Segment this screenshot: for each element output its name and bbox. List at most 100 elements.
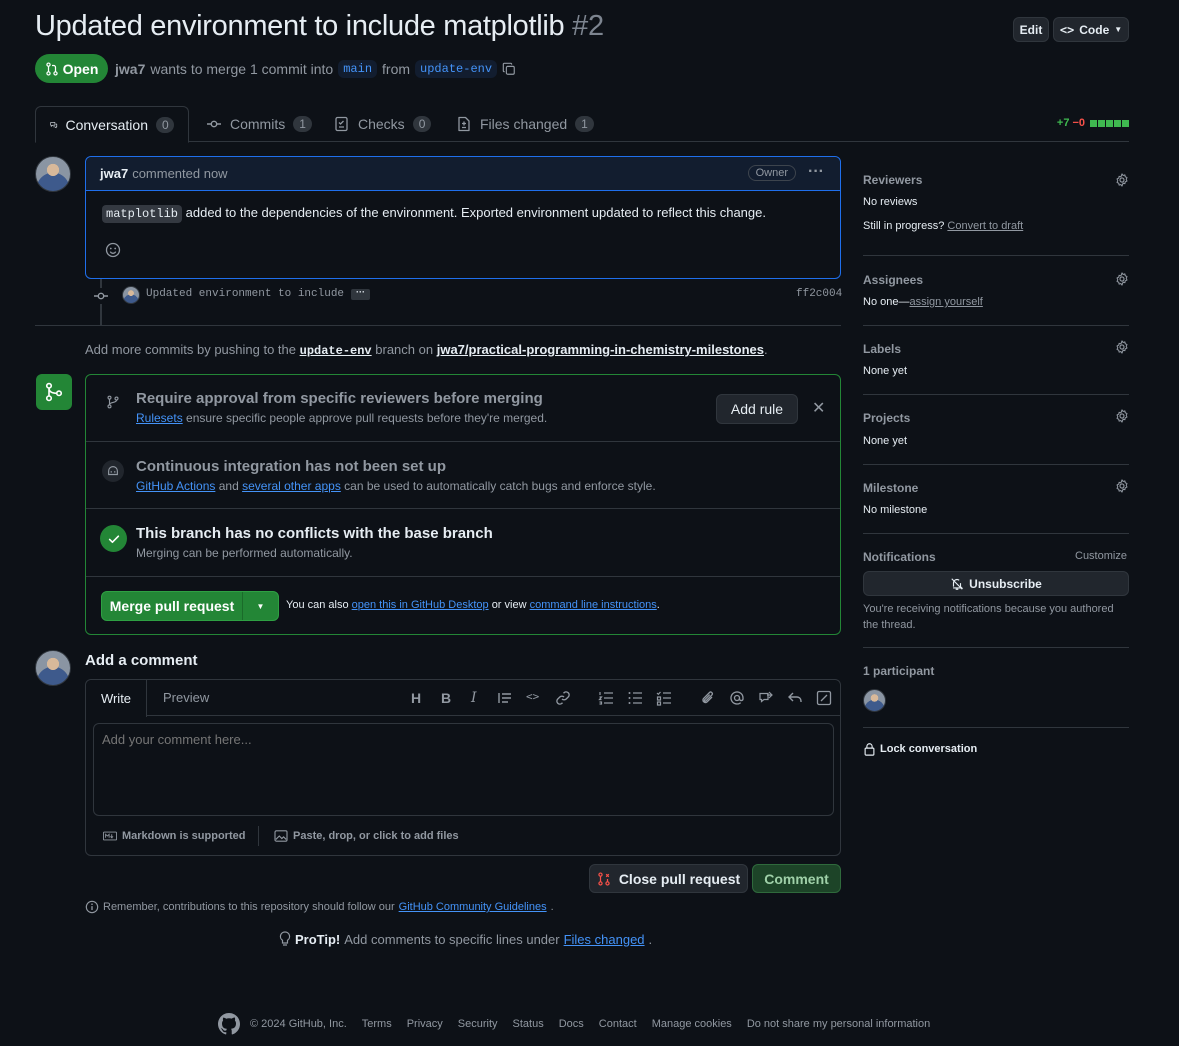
code-button[interactable]: <> Code ▼ (1053, 17, 1129, 42)
milestone-heading[interactable]: Milestone (863, 481, 918, 495)
participant-avatar[interactable] (863, 689, 886, 712)
gear-icon[interactable] (1115, 272, 1129, 286)
commit-message[interactable]: Updated environment to include (146, 288, 344, 300)
ordered-list-icon[interactable] (598, 690, 614, 706)
comment-textarea[interactable] (93, 723, 834, 816)
customize-link[interactable]: Customize (1075, 550, 1127, 562)
task-list-icon[interactable] (656, 690, 672, 706)
commit-sha[interactable]: ff2c004 (796, 288, 842, 300)
rulesets-link[interactable]: Rulesets (136, 411, 183, 425)
convert-to-draft-link[interactable]: Convert to draft (947, 220, 1023, 232)
fullscreen-icon[interactable] (816, 690, 832, 706)
tab-commits[interactable]: Commits 1 (192, 106, 326, 142)
mention-icon[interactable] (729, 690, 745, 706)
github-logo-icon[interactable] (218, 1013, 240, 1035)
ci-title: Continuous integration has not been set … (136, 458, 446, 475)
pull-request-closed-icon (598, 871, 610, 886)
footer: © 2024 GitHub, Inc. Terms Privacy Securi… (218, 1013, 930, 1035)
bell-slash-icon (951, 577, 964, 590)
unsubscribe-button[interactable]: Unsubscribe (863, 571, 1129, 596)
assign-yourself-link[interactable]: assign yourself (909, 296, 982, 308)
projects-heading[interactable]: Projects (863, 411, 910, 425)
avatar[interactable] (35, 156, 71, 192)
actions-link[interactable]: GitHub Actions (136, 479, 215, 493)
push-branch-link[interactable]: update-env (300, 344, 372, 358)
comment-composer: Write Preview Markdown is supported Past… (85, 679, 841, 856)
rule-row: Require approval from specific reviewers… (86, 375, 840, 442)
merge-status-icon (36, 374, 72, 410)
merge-options-chevron-icon[interactable]: ▼ (243, 592, 278, 620)
bold-icon[interactable]: B (441, 690, 457, 706)
markdown-hint[interactable]: Markdown is supported (103, 830, 245, 842)
comment-time[interactable]: commented now (132, 166, 227, 181)
author-link[interactable]: jwa7 (115, 61, 145, 77)
kebab-menu-icon[interactable]: ··· (808, 163, 824, 181)
tab-files-changed[interactable]: Files changed 1 (442, 106, 608, 142)
footer-link-do-not-share[interactable]: Do not share my personal information (747, 1018, 930, 1030)
italic-icon[interactable]: I (471, 690, 487, 706)
copy-icon[interactable] (502, 62, 516, 76)
reviewers-heading[interactable]: Reviewers (863, 173, 922, 187)
expand-commit-button[interactable]: ··· (351, 288, 370, 300)
footer-link-privacy[interactable]: Privacy (407, 1018, 443, 1030)
other-apps-link[interactable]: several other apps (242, 479, 341, 493)
push-hint: Add more commits by pushing to the updat… (85, 342, 768, 358)
protip: ProTip! Add comments to specific lines u… (279, 931, 652, 947)
close-pull-request-button[interactable]: Close pull request (589, 864, 748, 893)
diffstat-bars (1090, 119, 1129, 127)
close-icon[interactable]: ✕ (812, 398, 825, 418)
ci-row: Continuous integration has not been set … (86, 442, 840, 509)
commit-avatar[interactable] (122, 286, 140, 304)
commit-icon (207, 120, 221, 128)
link-icon[interactable] (555, 690, 571, 706)
comment-discussion-icon (50, 121, 58, 128)
comment-author[interactable]: jwa7 (100, 166, 128, 181)
image-icon (274, 830, 288, 842)
reply-icon[interactable] (787, 690, 803, 706)
cross-reference-icon[interactable] (758, 690, 774, 706)
merge-pull-request-button[interactable]: Merge pull request (102, 592, 243, 620)
edit-button[interactable]: Edit (1013, 17, 1049, 42)
lock-conversation[interactable]: Lock conversation (863, 742, 977, 756)
cli-instructions-link[interactable]: command line instructions (530, 599, 657, 611)
github-desktop-link[interactable]: open this in GitHub Desktop (352, 599, 489, 611)
conflicts-title: This branch has no conflicts with the ba… (136, 525, 493, 542)
footer-link-docs[interactable]: Docs (559, 1018, 584, 1030)
gear-icon[interactable] (1115, 409, 1129, 423)
smiley-icon[interactable] (105, 242, 121, 258)
pr-meta: jwa7 wants to merge 1 commit into main f… (115, 60, 516, 78)
tab-checks[interactable]: Checks 0 (320, 106, 445, 142)
community-guidelines-link[interactable]: GitHub Community Guidelines (399, 901, 547, 913)
gear-icon[interactable] (1115, 479, 1129, 493)
unordered-list-icon[interactable] (627, 690, 643, 706)
paperclip-icon[interactable] (700, 690, 716, 706)
head-branch[interactable]: update-env (415, 60, 498, 78)
repo-link[interactable]: jwa7/practical-programming-in-chemistry-… (437, 342, 764, 357)
add-rule-button[interactable]: Add rule (716, 394, 798, 424)
footer-link-manage-cookies[interactable]: Manage cookies (652, 1018, 732, 1030)
labels-heading[interactable]: Labels (863, 342, 901, 356)
tab-conversation[interactable]: Conversation 0 (35, 106, 189, 143)
tab-preview[interactable]: Preview (163, 690, 209, 705)
assignees-heading[interactable]: Assignees (863, 273, 923, 287)
footer-link-status[interactable]: Status (513, 1018, 544, 1030)
base-branch[interactable]: main (338, 60, 378, 78)
tab-write[interactable]: Write (86, 680, 147, 717)
gear-icon[interactable] (1115, 173, 1129, 187)
markdown-icon (103, 831, 117, 841)
code-icon[interactable]: <> (526, 690, 542, 706)
reviewers-value: No reviews (863, 196, 918, 208)
footer-link-terms[interactable]: Terms (362, 1018, 392, 1030)
footer-link-security[interactable]: Security (458, 1018, 498, 1030)
conflicts-sub: Merging can be performed automatically. (136, 546, 353, 560)
footer-link-contact[interactable]: Contact (599, 1018, 637, 1030)
diffstat-removed: −0 (1072, 117, 1085, 129)
files-changed-link[interactable]: Files changed (564, 932, 645, 947)
attach-files[interactable]: Paste, drop, or click to add files (274, 830, 459, 842)
quote-icon[interactable] (497, 690, 513, 706)
check-icon (100, 525, 127, 552)
heading-icon[interactable]: H (411, 690, 427, 706)
info-icon (85, 900, 99, 914)
comment-button[interactable]: Comment (752, 864, 841, 893)
gear-icon[interactable] (1115, 340, 1129, 354)
